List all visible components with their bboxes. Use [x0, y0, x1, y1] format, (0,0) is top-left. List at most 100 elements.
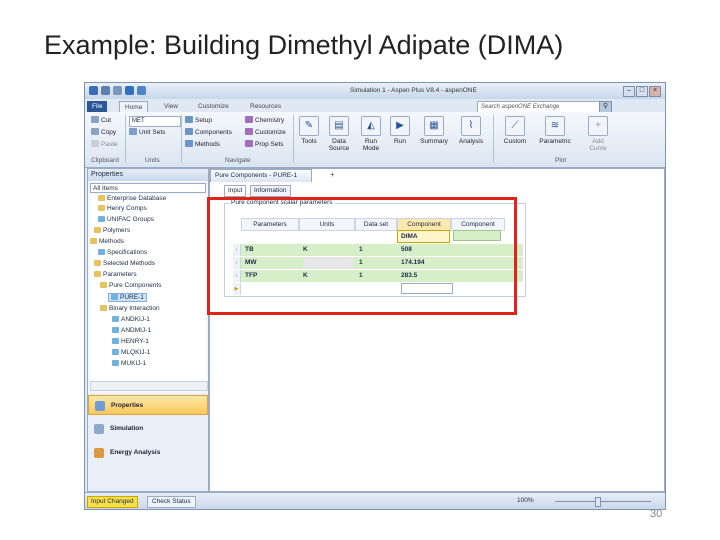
tools-button[interactable]: ✎ Tools	[297, 116, 321, 145]
tree-node[interactable]: ANDMIJ-1	[112, 327, 151, 334]
tab-resources[interactable]: Resources	[245, 101, 286, 112]
nav-header: Properties	[88, 169, 208, 181]
run-icon[interactable]	[125, 86, 134, 95]
check-status-button[interactable]: Check Status	[147, 496, 196, 508]
next-icon[interactable]	[137, 86, 146, 95]
unit-sets-button[interactable]: Unit Sets	[129, 128, 165, 136]
copy-button[interactable]: Copy	[91, 128, 116, 136]
tree-node-label: ANDMIJ-1	[121, 327, 151, 334]
subtab-input[interactable]: Input	[224, 185, 247, 197]
custom-plot-button[interactable]: ⟋ Custom	[501, 116, 529, 145]
chemistry-label: Chemistry	[255, 117, 285, 124]
setup-icon	[185, 116, 193, 123]
folder-icon	[90, 238, 97, 244]
chemistry-button[interactable]: Chemistry	[245, 116, 284, 124]
run-mode-button[interactable]: ◭ Run Mode	[357, 116, 385, 152]
page-number: 30	[650, 508, 663, 520]
highlight-box	[207, 197, 517, 315]
tab-file[interactable]: File	[87, 101, 108, 112]
app-icon[interactable]	[89, 86, 98, 95]
parametric-plot-button[interactable]: ≋ Parametric	[535, 116, 575, 145]
scissors-icon	[91, 116, 99, 123]
tree-node-label: MUKIJ-1	[121, 360, 147, 367]
customize-button[interactable]: Customize	[245, 128, 286, 136]
tab-customize[interactable]: Customize	[193, 101, 234, 112]
tree-node-label: Parameters	[103, 271, 137, 278]
analysis-button[interactable]: ⌇ Analysis	[455, 116, 487, 145]
energy-icon	[94, 448, 104, 458]
unit-set-select[interactable]: MET	[129, 116, 181, 127]
subtab-information[interactable]: Information	[250, 185, 291, 197]
components-label: Components	[195, 129, 232, 136]
tree-node-label: MLQKIJ-1	[121, 349, 151, 356]
save-icon[interactable]	[101, 86, 110, 95]
setup-button[interactable]: Setup	[185, 116, 212, 124]
tree-node[interactable]: Henry Comps	[98, 205, 147, 212]
tree-node[interactable]: Pure Components	[100, 282, 161, 289]
tree-node[interactable]: MLQKIJ-1	[112, 349, 150, 356]
document-tab[interactable]: Pure Components - PURE-1	[210, 169, 313, 182]
group-navigate: Navigate	[225, 157, 251, 164]
tree-scrollbar[interactable]	[90, 381, 208, 391]
summary-button[interactable]: ▦ Summary	[417, 116, 451, 145]
energy-analysis-nav-label: Energy Analysis	[110, 449, 161, 456]
folder-icon	[98, 195, 105, 201]
components-button[interactable]: Components	[185, 128, 232, 136]
tree-node[interactable]: Methods	[90, 238, 124, 245]
unit-sets-label: Unit Sets	[139, 129, 166, 136]
tree-node[interactable]: Polymers	[94, 227, 130, 234]
tree-node[interactable]: Specifications	[98, 249, 147, 256]
simulation-nav-button[interactable]: Simulation	[88, 419, 208, 439]
methods-button[interactable]: Methods	[185, 140, 220, 148]
parametric-label: Parametric	[539, 138, 571, 145]
tree-node[interactable]: MUKIJ-1	[112, 360, 146, 367]
slide-title: Example: Building Dimethyl Adipate (DIMA…	[44, 30, 564, 60]
data-source-button[interactable]: ▤ Data Source	[325, 116, 353, 152]
copy-icon	[91, 128, 99, 135]
run-button[interactable]: ▶ Run	[389, 116, 411, 145]
properties-nav-button[interactable]: Properties	[88, 395, 208, 415]
tree-node-label: Methods	[99, 238, 124, 245]
tree-node[interactable]: Parameters	[94, 271, 137, 278]
folder-icon	[98, 205, 105, 211]
title-bar: Simulation 1 - Aspen Plus V8.4 - aspenON…	[85, 83, 665, 99]
tree-node[interactable]: Selected Methods	[94, 260, 155, 267]
form-icon	[98, 216, 105, 222]
zoom-slider[interactable]	[555, 501, 651, 502]
tree-node[interactable]: HENRY-1	[112, 338, 149, 345]
nav-filter-select[interactable]: All Items	[90, 183, 206, 193]
custom-plot-icon: ⟋	[505, 116, 525, 136]
maximize-button[interactable]: □	[636, 86, 648, 97]
customize-icon	[245, 128, 253, 135]
prop-sets-button[interactable]: Prop Sets	[245, 140, 284, 148]
minimize-button[interactable]: –	[623, 86, 635, 97]
tree-node-selected[interactable]: PURE-1	[108, 293, 147, 302]
add-curve-button[interactable]: + Add Curve	[583, 116, 613, 152]
input-changed-badge[interactable]: Input Changed	[87, 496, 138, 508]
tree-node[interactable]: Binary Interaction	[100, 305, 160, 312]
tree-node[interactable]: Enterprise Database	[98, 195, 166, 202]
summary-icon: ▦	[424, 116, 444, 136]
cut-button[interactable]: Cut	[91, 116, 111, 124]
paste-label: Paste	[101, 141, 118, 148]
undo-icon[interactable]	[113, 86, 122, 95]
new-tab-icon[interactable]: +	[330, 170, 335, 179]
paste-button[interactable]: Paste	[91, 140, 118, 148]
tree-node-label: ANDKIJ-1	[121, 316, 150, 323]
data-source-icon: ▤	[329, 116, 349, 136]
zoom-slider-thumb[interactable]	[595, 497, 601, 507]
close-button[interactable]: ×	[649, 86, 661, 97]
tab-view[interactable]: View	[159, 101, 183, 112]
tree-node[interactable]: ANDKIJ-1	[112, 316, 150, 323]
energy-analysis-nav-button[interactable]: Energy Analysis	[88, 443, 208, 463]
data-source-label: Data Source	[328, 138, 350, 152]
folder-icon	[94, 271, 101, 277]
tree-node-label: PURE-1	[120, 294, 144, 301]
tree-node-label: Polymers	[103, 227, 131, 234]
tree-node[interactable]: UNIFAC Groups	[98, 216, 154, 223]
tree-node-label: Selected Methods	[103, 260, 156, 267]
prop-sets-icon	[245, 140, 253, 147]
setup-label: Setup	[195, 117, 212, 124]
form-icon	[112, 349, 119, 355]
ribbon: Cut Copy Paste Clipboard MET Unit Sets U…	[85, 112, 665, 168]
